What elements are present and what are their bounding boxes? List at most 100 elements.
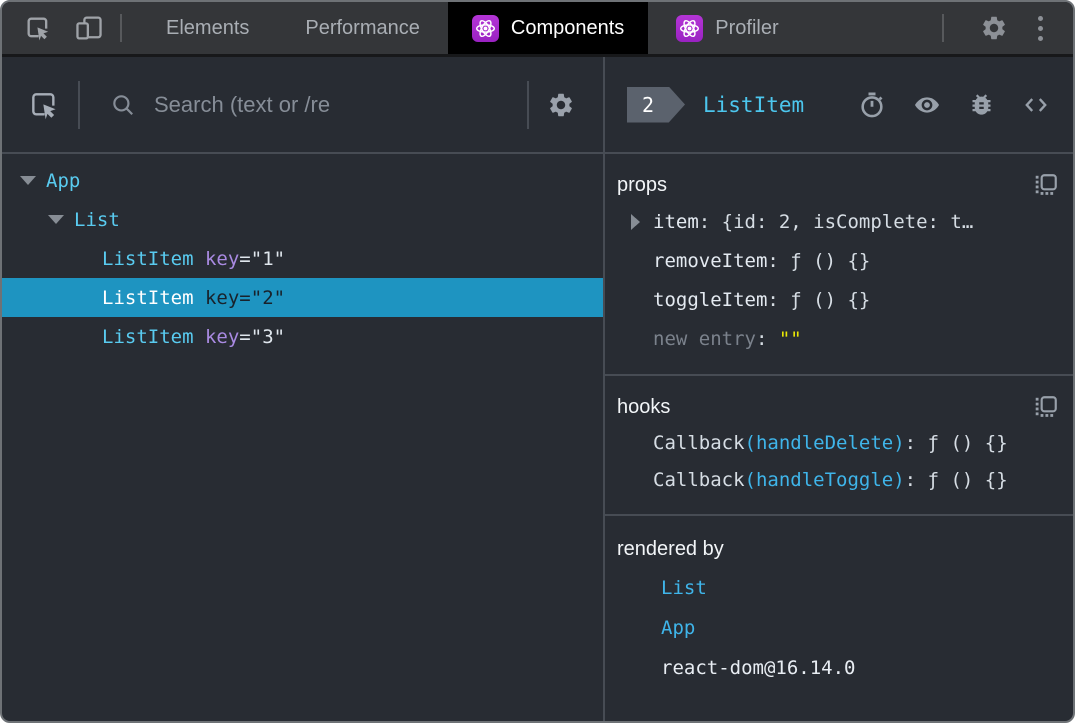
prop-separator: : — [755, 327, 779, 350]
search-input[interactable] — [152, 90, 509, 119]
inspect-element-icon[interactable] — [24, 14, 52, 42]
tree-row[interactable]: ListItem key = "2" — [2, 278, 603, 317]
search-bar — [98, 90, 509, 119]
react-logo-icon — [676, 14, 704, 42]
tree-row[interactable]: List — [2, 200, 603, 239]
renderer-version: react-dom@16.14.0 — [661, 657, 856, 679]
hooks-section-title: hooks — [617, 395, 671, 418]
tab-elements[interactable]: Elements — [138, 2, 277, 54]
devtools-tab-bar: Elements Performance Components Profiler — [2, 2, 1073, 57]
component-name: ListItem — [102, 286, 194, 309]
prop-value: {id: 2, isComplete: t… — [721, 210, 974, 233]
suspend-timer-icon[interactable] — [858, 91, 886, 119]
prop-separator: : — [767, 249, 791, 272]
prop-value: ƒ () {} — [790, 288, 871, 311]
owner-link[interactable]: List — [661, 577, 707, 599]
rendered-by-row: App — [617, 608, 1059, 648]
hooks-section: hooks Callback (handleDelete): ƒ () {} … — [605, 376, 1073, 516]
expand-arrow-icon[interactable] — [20, 176, 36, 185]
prop-row[interactable]: removeItem: ƒ () {} — [617, 241, 1059, 280]
key-attribute-name: key — [204, 286, 240, 309]
copy-hooks-icon[interactable] — [1033, 394, 1059, 420]
hook-value: ƒ () {} — [927, 431, 1008, 454]
hook-type: Callback — [653, 431, 745, 454]
owners-stack-badge[interactable]: 2 — [627, 86, 685, 123]
owner-link[interactable]: App — [661, 617, 695, 639]
hook-name: (handleToggle) — [744, 468, 905, 491]
tree-settings-gear-icon[interactable] — [547, 91, 575, 119]
expand-arrow-icon[interactable] — [48, 215, 64, 224]
topbar-separator — [120, 14, 122, 42]
key-attribute-eq: = — [239, 286, 251, 309]
prop-value: ƒ () {} — [790, 249, 871, 272]
key-attribute-name: key — [204, 247, 240, 270]
search-icon — [110, 92, 136, 118]
component-name: ListItem — [102, 247, 194, 270]
selected-component-name: ListItem — [703, 92, 805, 117]
tab-label: Profiler — [715, 16, 779, 39]
component-tree-panel: AppListListItem key="1"ListItem key="2"L… — [2, 57, 605, 721]
inspected-element-sections: props item: {id: 2, isComplete: t… remo… — [605, 154, 1073, 721]
hook-row[interactable]: Callback (handleToggle): ƒ () {} — [617, 461, 1059, 498]
hook-separator: : — [904, 431, 928, 454]
hook-value: ƒ () {} — [927, 468, 1008, 491]
hook-separator: : — [904, 468, 928, 491]
copy-props-icon[interactable] — [1033, 172, 1059, 198]
hook-name: (handleDelete) — [744, 431, 905, 454]
prop-row[interactable]: toggleItem: ƒ () {} — [617, 280, 1059, 319]
prop-row[interactable]: item: {id: 2, isComplete: t… — [617, 202, 1059, 241]
prop-name: new entry — [653, 327, 756, 350]
tab-components[interactable]: Components — [447, 2, 649, 54]
component-name: ListItem — [102, 325, 194, 348]
topbar-icons — [2, 2, 104, 54]
view-source-code-icon[interactable] — [1021, 92, 1051, 118]
hooks-rows: Callback (handleDelete): ƒ () {} Callback(… — [617, 424, 1059, 498]
rendered-by-rows: List App react-dom@16.14.0 — [617, 568, 1059, 688]
rendered-by-row: List — [617, 568, 1059, 608]
tab-label: Performance — [305, 16, 420, 39]
tab-profiler[interactable]: Profiler — [648, 2, 806, 54]
settings-gear-icon[interactable] — [980, 14, 1008, 42]
inspect-component-icon[interactable] — [28, 89, 60, 121]
key-attribute-value: "3" — [250, 325, 286, 348]
component-tree: App List ListItem key = "1" ListItem key = "2" L… — [2, 154, 603, 356]
tab-label: Components — [510, 16, 625, 39]
log-bug-icon[interactable] — [968, 91, 995, 118]
react-logo-icon — [471, 14, 499, 42]
components-panel: AppListListItem key="1"ListItem key="2"L… — [2, 57, 1073, 721]
component-actions — [858, 91, 1051, 119]
toolbar-separator — [78, 80, 80, 129]
hook-row[interactable]: Callback (handleDelete): ƒ () {} — [617, 424, 1059, 461]
prop-value[interactable]: "" — [779, 328, 802, 350]
prop-separator: : — [767, 288, 791, 311]
tree-row[interactable]: App — [2, 161, 603, 200]
component-name: List — [74, 208, 120, 231]
expand-arrow-icon[interactable] — [631, 213, 640, 230]
tree-toolbar — [2, 57, 603, 154]
prop-name: item — [653, 210, 699, 233]
component-name: App — [46, 169, 81, 192]
prop-name: removeItem — [653, 249, 768, 272]
hook-type: Callback — [653, 468, 745, 491]
devtools-window: Elements Performance Components Profiler… — [0, 0, 1075, 723]
prop-separator: : — [698, 210, 722, 233]
tab-performance[interactable]: Performance — [277, 2, 448, 54]
component-details-panel: 2 ListItem props item: {id: 2, isComple… — [605, 57, 1073, 721]
kebab-menu-icon[interactable] — [1028, 10, 1053, 47]
device-toolbar-icon[interactable] — [74, 14, 104, 42]
key-attribute-name: key — [204, 325, 240, 348]
key-attribute-eq: = — [239, 325, 251, 348]
props-section-title: props — [617, 173, 668, 196]
props-section: props item: {id: 2, isComplete: t… remo… — [605, 154, 1073, 376]
tree-row[interactable]: ListItem key = "3" — [2, 317, 603, 356]
key-attribute-eq: = — [239, 247, 251, 270]
key-attribute-value: "1" — [250, 247, 286, 270]
tree-row[interactable]: ListItem key = "1" — [2, 239, 603, 278]
rendered-by-row: react-dom@16.14.0 — [617, 648, 1059, 688]
rendered-by-section: rendered by List App react-dom@16.14.0 — [605, 516, 1073, 704]
key-attribute-value: "2" — [250, 286, 286, 309]
rendered-by-title: rendered by — [617, 537, 724, 560]
inspect-dom-eye-icon[interactable] — [912, 91, 942, 119]
prop-row[interactable]: new entry: "" — [617, 319, 1059, 358]
topbar-right-controls — [926, 2, 1073, 54]
